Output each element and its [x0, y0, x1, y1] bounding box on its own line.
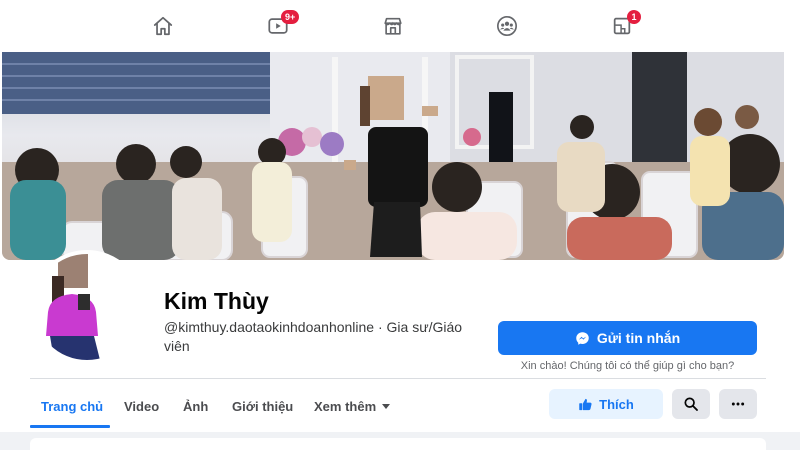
- search-button[interactable]: [672, 389, 710, 419]
- messenger-icon: [575, 331, 590, 346]
- feed-card-top: [30, 438, 766, 450]
- search-icon: [684, 397, 698, 411]
- tab-photos[interactable]: Ảnh: [183, 384, 208, 428]
- send-message-label: Gửi tin nhắn: [596, 330, 681, 346]
- tab-video[interactable]: Video: [124, 384, 159, 428]
- marketplace-icon: [384, 17, 402, 35]
- tab-home[interactable]: Trang chủ: [41, 384, 103, 428]
- nav-gaming[interactable]: 1: [592, 0, 652, 52]
- tab-more-label: Xem thêm: [314, 398, 377, 414]
- top-navigation: 9+ 1: [0, 0, 800, 52]
- page-title: Kim Thùy: [164, 288, 269, 314]
- more-options-button[interactable]: [719, 389, 757, 419]
- groups-icon: [497, 16, 517, 36]
- nav-groups[interactable]: [477, 0, 537, 52]
- profile-avatar[interactable]: [30, 250, 144, 364]
- send-message-button[interactable]: Gửi tin nhắn: [498, 321, 757, 355]
- tab-more[interactable]: Xem thêm: [314, 384, 391, 428]
- tab-about[interactable]: Giới thiệu: [232, 384, 293, 428]
- cover-photo[interactable]: [2, 52, 784, 260]
- nav-home[interactable]: [133, 0, 193, 52]
- video-notification-badge: 9+: [281, 10, 300, 24]
- chevron-down-icon: [382, 403, 391, 409]
- gaming-notification-badge: 1: [627, 10, 641, 24]
- cover-photo-image: [2, 52, 784, 260]
- home-icon: [153, 16, 173, 36]
- profile-picture-image: [34, 254, 140, 360]
- greeting-text: Xin chào! Chúng tôi có thể giúp gì cho b…: [520, 360, 735, 372]
- page-handle-and-category: @kimthuy.daotaokinhdoanhonline · Gia sư/…: [164, 319, 463, 354]
- active-tab-indicator: [30, 425, 110, 428]
- like-button[interactable]: Thích: [549, 389, 663, 419]
- nav-video[interactable]: 9+: [248, 0, 308, 52]
- thumbs-up-icon: [579, 398, 592, 410]
- nav-marketplace[interactable]: [363, 0, 423, 52]
- like-label: Thích: [599, 396, 634, 412]
- more-horizontal-icon: [731, 402, 745, 406]
- header-divider: [30, 378, 766, 379]
